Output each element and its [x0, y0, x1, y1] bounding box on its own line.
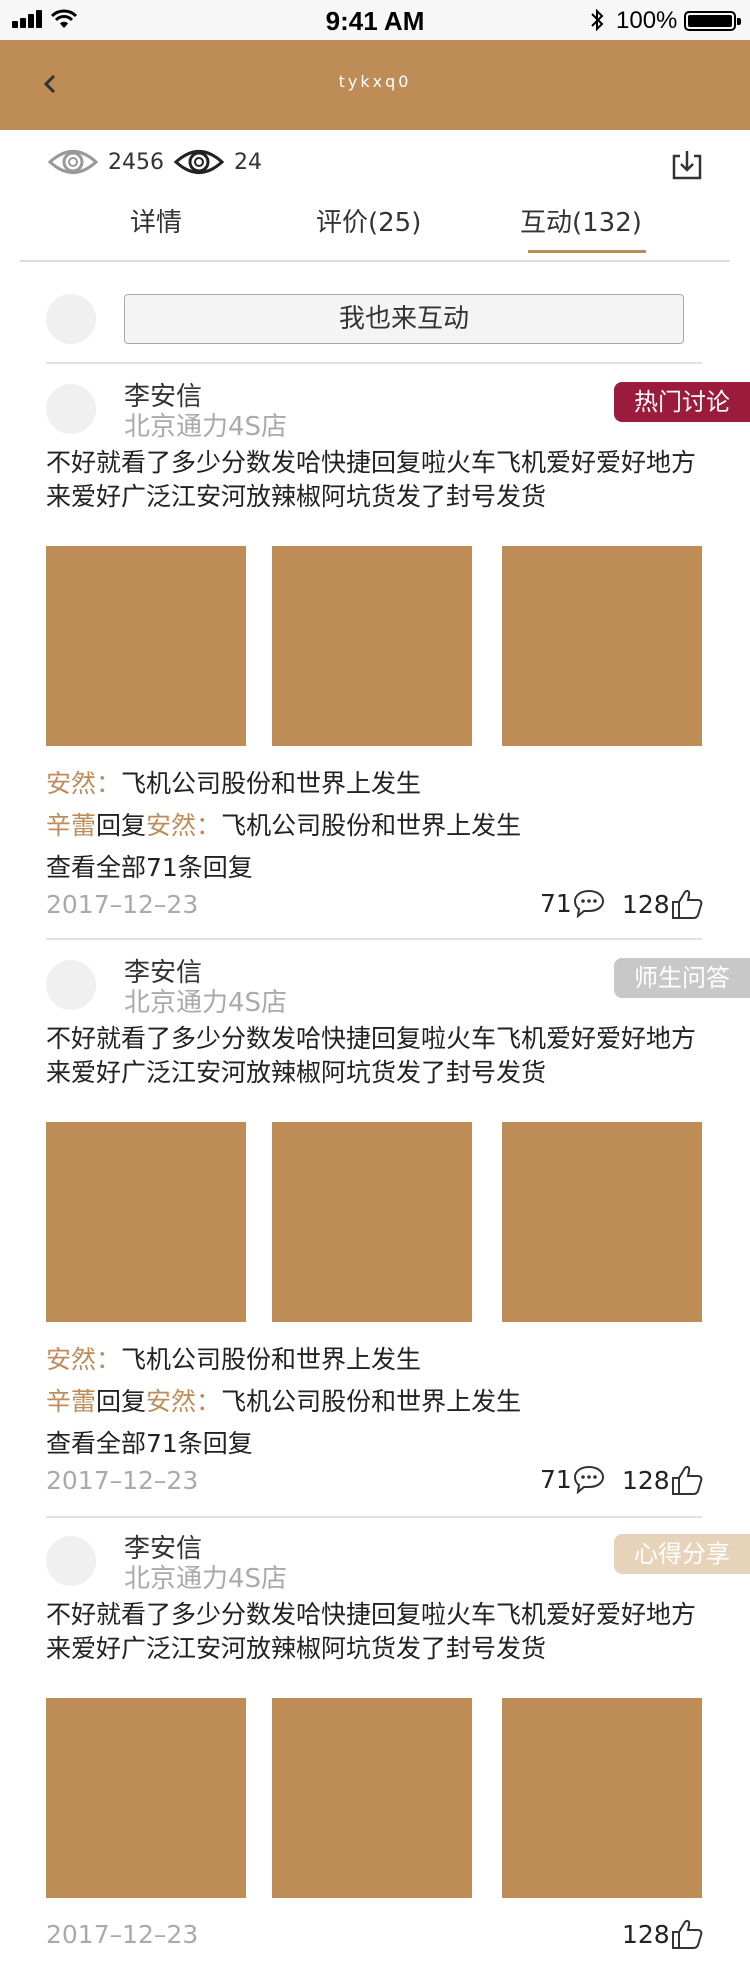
avatar — [46, 294, 96, 344]
reply-author[interactable]: 辛蕾 — [46, 811, 96, 840]
avatar — [46, 384, 96, 434]
post-image[interactable] — [502, 546, 702, 746]
battery-icon — [684, 11, 741, 31]
divider — [46, 1516, 702, 1518]
post-date: 2017–12–23 — [46, 1920, 199, 1949]
view-all-replies-link[interactable]: 查看全部71条回复 — [46, 848, 253, 884]
views-stat: 2456 — [48, 144, 164, 180]
post-card: 李安信 北京通力4S店 师生问答 不好就看了多少分数发哈快捷回复啦火车飞机爱好爱… — [0, 944, 750, 1516]
post-card: 李安信 北京通力4S店 热门讨论 不好就看了多少分数发哈快捷回复啦火车飞机爱好爱… — [0, 368, 750, 940]
reply-author[interactable]: 安然 — [46, 1345, 96, 1374]
post-store: 北京通力4S店 — [124, 1564, 288, 1594]
comment-count: 71 — [540, 888, 572, 918]
comment-bubble-icon — [573, 1465, 604, 1494]
post-image[interactable] — [272, 546, 472, 746]
reply-line: 安然：飞机公司股份和世界上发生 — [46, 1340, 421, 1376]
reply-sep: ： — [196, 811, 222, 840]
post-badge: 师生问答 — [614, 958, 750, 998]
comment-count: 71 — [540, 1464, 572, 1494]
thumbs-up-icon — [671, 1920, 703, 1949]
post-image[interactable] — [502, 1698, 702, 1898]
download-icon[interactable] — [670, 148, 704, 182]
interact-row: 我也来互动 — [0, 262, 750, 366]
thumbs-up-icon — [671, 1466, 703, 1495]
post-store: 北京通力4S店 — [124, 412, 288, 442]
battery-percent: 100% — [616, 7, 678, 34]
like-count: 128 — [622, 1919, 670, 1949]
nav-title: tykxq0 — [338, 72, 412, 91]
post-store: 北京通力4S店 — [124, 988, 288, 1018]
reply-line: 安然：飞机公司股份和世界上发生 — [46, 764, 421, 800]
post-card: 李安信 北京通力4S店 心得分享 不好就看了多少分数发哈快捷回复啦火车飞机爱好爱… — [0, 1520, 750, 1968]
nav-bar: tykxq0 — [0, 40, 750, 130]
avatar — [46, 960, 96, 1010]
status-bar: 9:41 AM 100% — [0, 0, 750, 40]
reply-target[interactable]: 安然 — [146, 1387, 196, 1416]
reply-text: 飞机公司股份和世界上发生 — [221, 811, 522, 840]
like-button[interactable]: 128 — [622, 1918, 704, 1950]
reply-line: 辛蕾回复安然：飞机公司股份和世界上发生 — [46, 1382, 521, 1418]
reply-author[interactable]: 安然 — [46, 769, 96, 798]
post-image[interactable] — [272, 1122, 472, 1322]
like-button[interactable]: 128 — [622, 888, 704, 920]
tab-bar: 详情 评价(25) 互动(132) — [20, 196, 730, 262]
reply-sep: ： — [96, 769, 122, 798]
post-image[interactable] — [46, 1698, 246, 1898]
post-badge: 心得分享 — [614, 1534, 750, 1574]
reply-target[interactable]: 安然 — [146, 811, 196, 840]
eye-icon — [174, 150, 224, 174]
thumbs-up-icon — [671, 890, 703, 919]
divider — [46, 938, 702, 940]
avatar — [46, 1536, 96, 1586]
eye-icon — [48, 150, 98, 174]
post-date: 2017–12–23 — [46, 890, 199, 919]
like-count: 128 — [622, 889, 670, 919]
like-button[interactable]: 128 — [622, 1464, 704, 1496]
post-image[interactable] — [46, 1122, 246, 1322]
reply-sep: ： — [96, 1345, 122, 1374]
tab-reviews[interactable]: 评价(25) — [316, 202, 421, 239]
tab-details[interactable]: 详情 — [130, 202, 182, 239]
post-image[interactable] — [46, 546, 246, 746]
reply-sep: ： — [196, 1387, 222, 1416]
post-text: 不好就看了多少分数发哈快捷回复啦火车飞机爱好爱好地方来爱好广泛江安河放辣椒阿坑货… — [46, 1600, 697, 1663]
comment-count-button[interactable]: 71 — [540, 888, 606, 918]
active-tab-indicator — [528, 250, 646, 253]
tab-interactions[interactable]: 互动(132) — [520, 202, 642, 239]
like-count: 128 — [622, 1465, 670, 1495]
post-badge: 热门讨论 — [614, 382, 750, 422]
reply-text: 飞机公司股份和世界上发生 — [121, 1345, 422, 1374]
views-count: 2456 — [108, 149, 164, 175]
watching-stat: 24 — [174, 144, 262, 180]
post-text: 不好就看了多少分数发哈快捷回复啦火车飞机爱好爱好地方来爱好广泛江安河放辣椒阿坑货… — [46, 1024, 697, 1087]
reply-verb: 回复 — [96, 811, 147, 840]
stats-row: 2456 24 — [0, 130, 750, 196]
reply-text: 飞机公司股份和世界上发生 — [121, 769, 422, 798]
reply-text: 飞机公司股份和世界上发生 — [221, 1387, 522, 1416]
reply-author[interactable]: 辛蕾 — [46, 1387, 96, 1416]
post-image[interactable] — [272, 1698, 472, 1898]
post-date: 2017–12–23 — [46, 1466, 199, 1495]
post-text: 不好就看了多少分数发哈快捷回复啦火车飞机爱好爱好地方来爱好广泛江安河放辣椒阿坑货… — [46, 448, 697, 511]
post-image[interactable] — [502, 1122, 702, 1322]
watching-count: 24 — [234, 149, 262, 175]
divider — [46, 362, 702, 364]
comment-bubble-icon — [573, 889, 604, 918]
interact-button[interactable]: 我也来互动 — [124, 294, 684, 344]
reply-verb: 回复 — [96, 1387, 147, 1416]
comment-count-button[interactable]: 71 — [540, 1464, 606, 1494]
bluetooth-icon — [591, 8, 604, 32]
view-all-replies-link[interactable]: 查看全部71条回复 — [46, 1424, 253, 1460]
reply-line: 辛蕾回复安然：飞机公司股份和世界上发生 — [46, 806, 521, 842]
